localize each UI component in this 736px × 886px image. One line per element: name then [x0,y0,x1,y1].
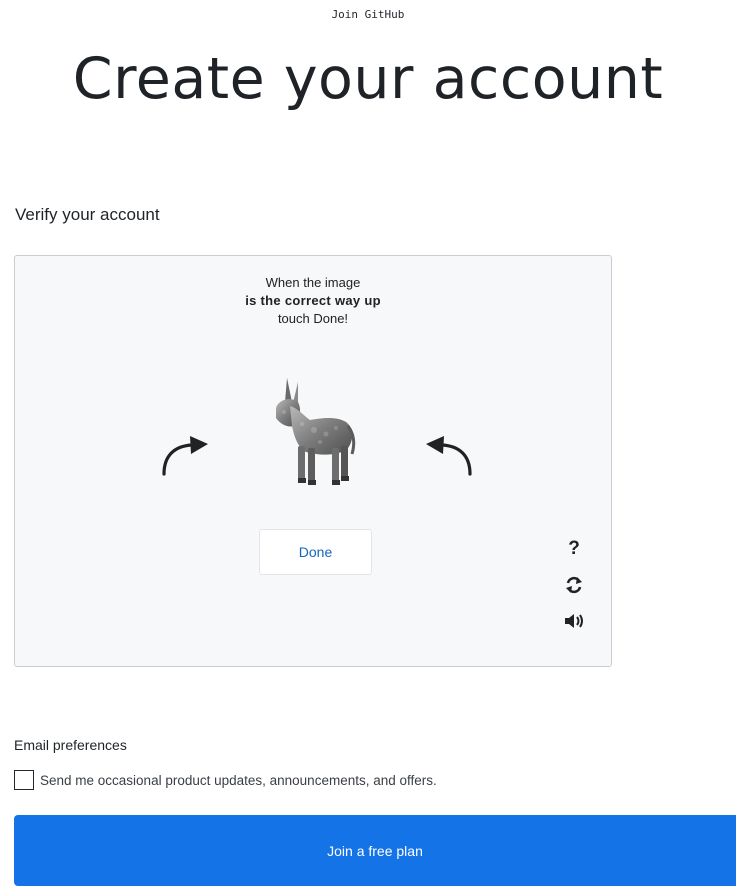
page-title: Create your account [72,46,664,112]
instruction-line-3: touch Done! [277,311,349,326]
rotate-counterclockwise-arrow-icon [162,436,208,476]
page-kicker: Join GitHub [331,8,405,21]
done-button[interactable]: Done [259,529,372,575]
rotate-right-button[interactable] [420,430,476,478]
captcha-instructions: When the image is the correct way up tou… [15,274,611,328]
email-optin-row: Send me occasional product updates, anno… [14,770,437,790]
rotate-left-button[interactable] [158,430,214,478]
verify-section-label: Verify your account [15,205,160,224]
donkey-image [254,372,374,492]
captcha-frame: When the image is the correct way up tou… [14,255,612,667]
email-optin-checkbox[interactable] [14,770,34,790]
question-mark-icon[interactable]: ? [563,538,585,560]
email-optin-label[interactable]: Send me occasional product updates, anno… [40,773,437,788]
speaker-audio-icon[interactable] [563,610,585,632]
refresh-icon[interactable] [563,574,585,596]
instruction-line-2: is the correct way up [245,293,381,308]
email-preferences-label: Email preferences [14,737,127,753]
join-free-plan-button[interactable]: Join a free plan [14,815,736,886]
instruction-line-1: When the image [265,275,361,290]
rotate-clockwise-arrow-icon [426,436,472,476]
captcha-tools: ? [563,538,585,646]
